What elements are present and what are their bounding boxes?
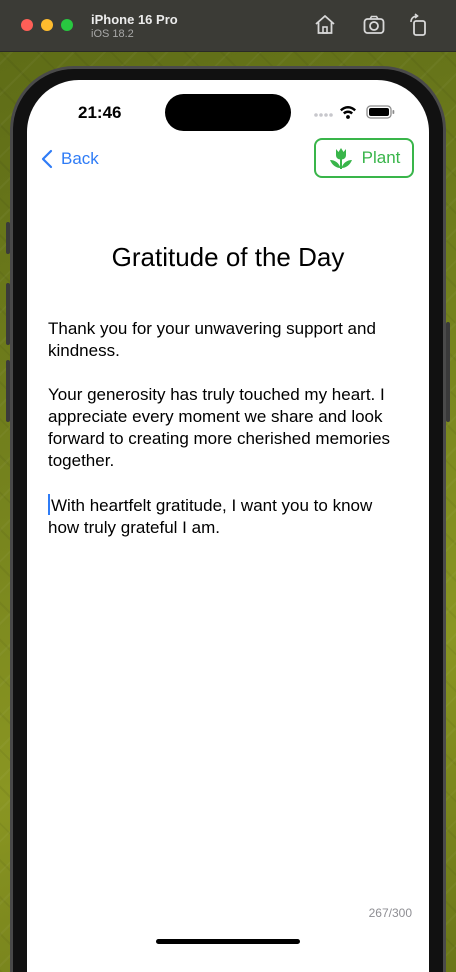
close-window-button[interactable]	[21, 19, 33, 31]
status-time: 21:46	[78, 103, 122, 122]
status-icons	[314, 105, 395, 119]
gratitude-text-editor[interactable]: Thank you for your unwavering support an…	[48, 318, 408, 561]
wifi-icon	[340, 106, 356, 119]
character-count: 267/300	[368, 906, 412, 920]
zoom-window-button[interactable]	[61, 19, 73, 31]
back-label: Back	[61, 149, 99, 168]
paragraph-1: Thank you for your unwavering support an…	[48, 319, 376, 360]
volume-up-button	[6, 283, 10, 345]
home-icon[interactable]	[313, 13, 337, 37]
rotate-icon[interactable]	[407, 13, 431, 37]
home-indicator[interactable]	[156, 939, 300, 944]
volume-down-button	[6, 360, 10, 422]
dynamic-island	[165, 94, 291, 131]
battery-icon	[366, 105, 395, 119]
page-title: Gratitude of the Day	[111, 242, 345, 272]
signal-dots-icon	[314, 113, 333, 117]
chevron-left-icon	[41, 149, 53, 169]
minimize-window-button[interactable]	[41, 19, 53, 31]
text-cursor	[48, 494, 50, 515]
device-os-version: iOS 18.2	[91, 28, 134, 40]
power-button	[446, 322, 450, 422]
back-button[interactable]: Back	[41, 148, 99, 170]
simulator-titlebar: iPhone 16 Pro iOS 18.2	[0, 0, 456, 52]
phone-screen: 21:46 Back Plant Gratitude of the Day Th…	[27, 80, 429, 972]
tulip-icon	[329, 148, 352, 169]
paragraph-3: With heartfelt gratitude, I want you to …	[48, 496, 373, 537]
plant-button[interactable]: Plant	[314, 138, 414, 178]
device-name: iPhone 16 Pro	[91, 12, 178, 27]
action-button	[6, 222, 10, 254]
plant-label: Plant	[361, 148, 401, 167]
screenshot-icon[interactable]	[362, 13, 386, 37]
paragraph-2: Your generosity has truly touched my hea…	[48, 385, 391, 470]
